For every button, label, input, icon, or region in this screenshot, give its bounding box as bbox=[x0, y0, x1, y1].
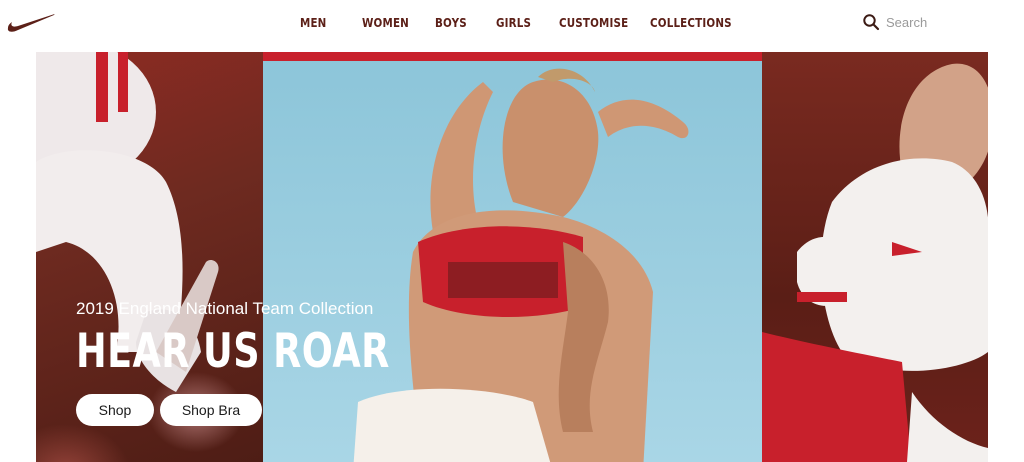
top-navigation: MEN WOMEN BOYS GIRLS CUSTOMISE COLLECTIO… bbox=[0, 0, 1024, 46]
player-shirt-illustration bbox=[762, 63, 988, 462]
nav-item-boys[interactable]: BOYS bbox=[435, 16, 467, 30]
search-icon[interactable] bbox=[862, 13, 880, 31]
hero-photo-player-right bbox=[762, 52, 988, 462]
hero-photo-athlete bbox=[263, 52, 762, 462]
nav-item-collections[interactable]: COLLECTIONS bbox=[650, 16, 732, 30]
hero-banner[interactable]: 2019 England National Team Collection HE… bbox=[36, 52, 988, 462]
nav-item-girls[interactable]: GIRLS bbox=[496, 16, 531, 30]
athlete-illustration bbox=[353, 68, 689, 462]
swoosh-icon[interactable] bbox=[6, 11, 56, 33]
search-input[interactable] bbox=[886, 14, 996, 30]
hero-headline: HEAR US ROAR bbox=[76, 324, 390, 379]
hero-eyebrow: 2019 England National Team Collection bbox=[76, 299, 374, 318]
search-box[interactable] bbox=[856, 10, 1006, 34]
hero-copy: 2019 England National Team Collection HE… bbox=[76, 298, 596, 378]
main-menu: MEN WOMEN BOYS GIRLS CUSTOMISE COLLECTIO… bbox=[300, 0, 732, 46]
shop-bra-button[interactable]: Shop Bra bbox=[160, 394, 262, 426]
nav-item-customise[interactable]: CUSTOMISE bbox=[559, 16, 628, 30]
shop-button[interactable]: Shop bbox=[76, 394, 154, 426]
hero-cta-group: Shop Shop Bra bbox=[76, 394, 262, 426]
red-accent-band bbox=[263, 52, 762, 61]
nav-item-women[interactable]: WOMEN bbox=[362, 16, 409, 30]
nav-item-men[interactable]: MEN bbox=[300, 16, 328, 30]
